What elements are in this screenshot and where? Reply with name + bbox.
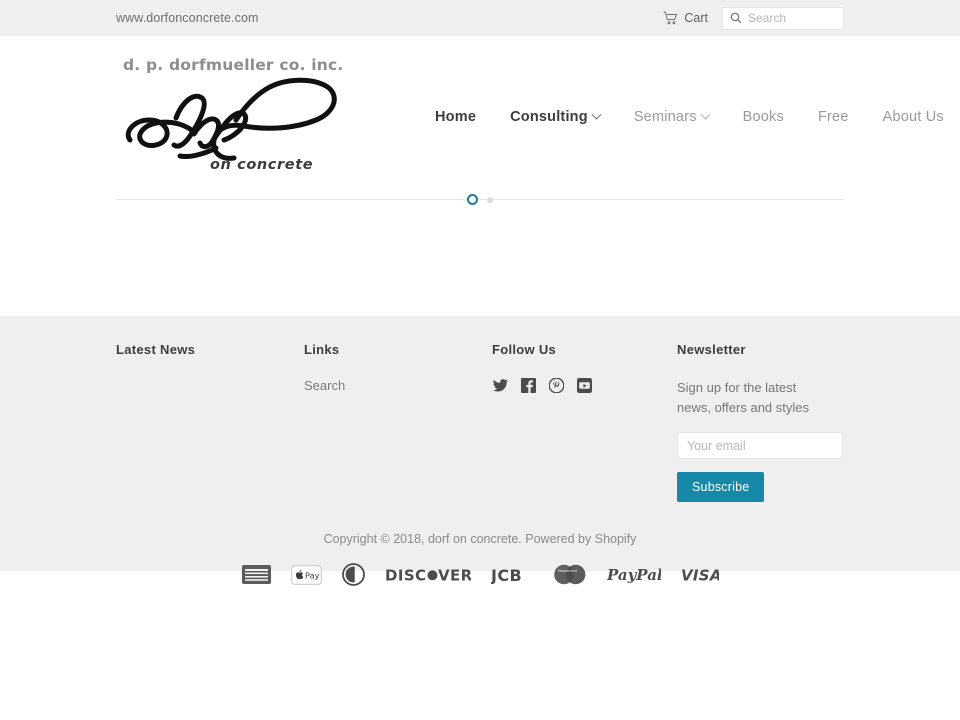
footer-column-latest-news: Latest News <box>116 342 304 502</box>
nav-label-home: Home <box>435 109 477 125</box>
mastercard-icon: Mastercard <box>553 564 587 585</box>
shopping-cart-icon <box>663 11 678 25</box>
social-links <box>492 377 677 394</box>
nav-item-free[interactable]: Free <box>801 103 866 131</box>
site-logo[interactable]: d. p. dorfmueller co. inc. on concrete <box>116 44 366 184</box>
svg-text:PayPal: PayPal <box>607 566 661 584</box>
slide-dot-1[interactable] <box>467 194 478 205</box>
logo-script-dorf <box>125 77 337 161</box>
newsletter-subscribe-button[interactable]: Subscribe <box>677 472 765 503</box>
nav-item-seminars[interactable]: Seminars <box>617 103 726 131</box>
footer-column-links: Links Search <box>304 342 492 502</box>
discover-icon: DISC VER <box>385 566 472 584</box>
cart-link[interactable]: Cart <box>663 11 708 25</box>
nav-item-consulting[interactable]: Consulting <box>493 103 617 131</box>
newsletter-email-input[interactable] <box>677 432 843 460</box>
twitter-icon[interactable] <box>492 378 508 393</box>
nav-label-free: Free <box>817 109 849 125</box>
apple-pay-icon: Pay <box>290 564 322 585</box>
nav-label-books: Books <box>742 109 784 125</box>
nav-item-home[interactable]: Home <box>418 103 493 131</box>
footer-title-newsletter: Newsletter <box>677 342 746 357</box>
footer-link-search[interactable]: Search <box>304 378 492 393</box>
footer-title-links: Links <box>304 342 340 357</box>
facebook-icon[interactable] <box>521 378 536 393</box>
footer-columns: Latest News Links Search Follow Us Newsl… <box>116 316 844 503</box>
slideshow-pagination <box>0 192 960 207</box>
cart-label: Cart <box>684 11 708 25</box>
visa-icon: VISA <box>681 566 722 584</box>
pinterest-icon[interactable] <box>548 377 565 394</box>
svg-text:Pay: Pay <box>305 570 320 580</box>
footer-column-follow-us: Follow Us <box>492 342 677 502</box>
nav-label-about-us: About Us <box>882 109 944 125</box>
nav-item-books[interactable]: Books <box>726 103 801 131</box>
diners-club-icon <box>341 563 365 587</box>
slideshow <box>0 192 960 316</box>
site-url: www.dorfonconcrete.com <box>116 11 259 25</box>
american-express-icon <box>241 565 271 585</box>
paypal-icon: PayPal <box>606 566 663 584</box>
youtube-icon[interactable] <box>577 378 592 393</box>
payment-methods: Pay DISC VER JCB Mastercard PayPal VISA <box>116 563 844 587</box>
nav-label-seminars: Seminars <box>633 109 697 125</box>
svg-text:DISC: DISC <box>385 566 426 584</box>
svg-text:VISA: VISA <box>681 566 719 584</box>
jcb-icon: JCB <box>490 566 533 585</box>
svg-text:Mastercard: Mastercard <box>558 569 577 573</box>
site-header: d. p. dorfmueller co. inc. on concrete H… <box>0 36 960 192</box>
top-bar: www.dorfonconcrete.com Cart <box>0 0 960 36</box>
copyright-text: Copyright © 2018, dorf on concrete. Powe… <box>323 532 637 547</box>
top-bar-right: Cart <box>663 6 844 30</box>
main-navigation: Home Consulting Seminars Books Free Abou… <box>418 97 960 131</box>
page-bottom-spacer <box>0 571 960 706</box>
footer-title-latest-news: Latest News <box>116 342 196 357</box>
search-box[interactable] <box>722 6 844 30</box>
svg-text:VER: VER <box>438 566 471 584</box>
page-root: www.dorfonconcrete.com Cart Search d. p.… <box>0 0 960 720</box>
search-icon <box>730 12 742 24</box>
nav-item-about-us[interactable]: About Us <box>866 103 960 131</box>
nav-label-consulting: Consulting <box>510 109 588 125</box>
logo-tagline: on concrete <box>210 157 314 173</box>
slide-dot-2[interactable] <box>487 196 493 203</box>
footer-column-newsletter: Newsletter Sign up for the latest news, … <box>677 342 843 503</box>
site-footer: Latest News Links Search Follow Us Newsl… <box>0 316 960 587</box>
chevron-down-icon <box>591 109 602 120</box>
footer-title-follow-us: Follow Us <box>492 342 557 357</box>
search-input[interactable] <box>748 11 836 25</box>
chevron-down-icon <box>700 109 711 120</box>
newsletter-description: Sign up for the latest news, offers and … <box>677 380 809 416</box>
svg-text:JCB: JCB <box>491 566 522 584</box>
